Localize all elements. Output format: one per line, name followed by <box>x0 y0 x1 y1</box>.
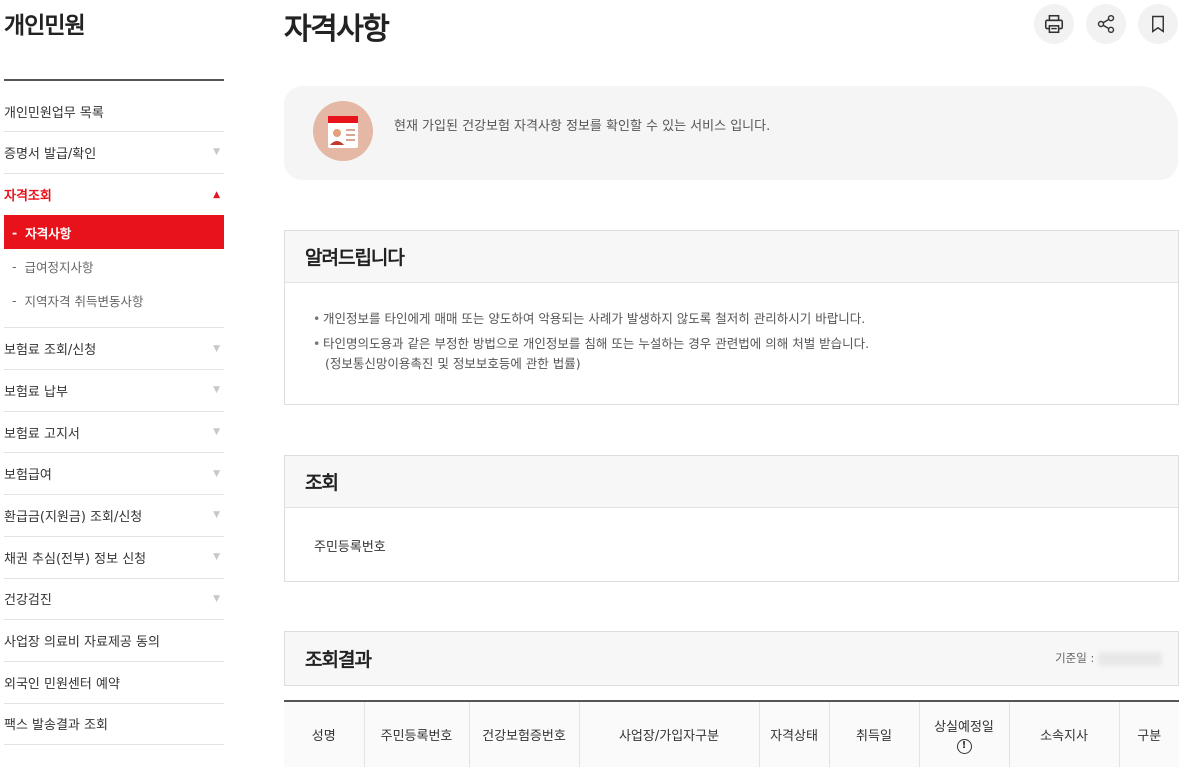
notice-title: 알려드립니다 <box>285 231 1178 283</box>
column-header-subscriber-type: 사업장/가입자구분 <box>579 702 760 767</box>
column-header-status: 자격상태 <box>759 702 830 767</box>
submenu-item-label: 급여정지사항 <box>24 259 94 275</box>
column-header-insurance-card-number: 건강보험증번호 <box>469 702 580 767</box>
sidebar: 개인민원 개인민원업무 목록 증명서 발급/확인 ▼ 자격조회 ▲ - 자격사항… <box>0 0 224 767</box>
intro-text: 현재 가입된 건강보험 자격사항 정보를 확인할 수 있는 서비스 입니다. <box>394 119 771 134</box>
query-title: 조회 <box>285 456 1178 508</box>
column-header-acquisition-date: 취득일 <box>829 702 920 767</box>
dash-icon: - <box>12 258 17 274</box>
print-icon <box>1044 14 1064 34</box>
submenu-item-qualification[interactable]: - 자격사항 <box>4 215 224 250</box>
chevron-down-icon: ▼ <box>213 593 220 604</box>
result-title: 조회결과 <box>285 632 1178 685</box>
table-header-row: 성명 주민등록번호 건강보험증번호 사업장/가입자구분 자격상태 취득일 상실예… <box>284 702 1179 767</box>
notice-item: 개인정보를 타인에게 매매 또는 양도하여 악용되는 사례가 발생하지 않도록 … <box>313 309 1178 329</box>
result-box: 조회결과 기준일 : <box>284 631 1179 686</box>
sidebar-title: 개인민원 <box>4 13 86 39</box>
submenu-item-label: 지역자격 취득변동사항 <box>24 293 144 309</box>
page-title: 자격사항 <box>284 12 390 47</box>
sidebar-item-debt-collection[interactable]: 채권 추심(전부) 정보 신청 ▼ <box>4 537 224 579</box>
dash-icon: - <box>12 224 18 240</box>
sidebar-item-health-checkup[interactable]: 건강검진 ▼ <box>4 579 224 621</box>
query-box: 조회 주민등록번호 <box>284 455 1179 582</box>
base-date: 기준일 : <box>1055 650 1162 666</box>
print-button[interactable] <box>1034 4 1074 44</box>
column-header-label: 상실예정일 <box>934 719 994 735</box>
sidebar-item-civil-list[interactable]: 개인민원업무 목록 <box>4 91 224 132</box>
sidebar-item-fax-result[interactable]: 팩스 발송결과 조회 <box>4 704 224 746</box>
notice-box: 알려드립니다 개인정보를 타인에게 매매 또는 양도하여 악용되는 사례가 발생… <box>284 230 1179 405</box>
sidebar-item-premium-inquiry[interactable]: 보험료 조회/신청 ▼ <box>4 328 224 371</box>
sidebar-item-label: 사업장 의료비 자료제공 동의 <box>4 635 160 651</box>
sidebar-item-label: 개인민원업무 목록 <box>4 105 104 121</box>
page-tools <box>1034 4 1178 44</box>
sidebar-item-medical-data-consent[interactable]: 사업장 의료비 자료제공 동의 <box>4 620 224 662</box>
sidebar-item-qualification-inquiry[interactable]: 자격조회 ▲ <box>4 174 224 216</box>
column-header-branch: 소속지사 <box>1009 702 1120 767</box>
share-button[interactable] <box>1086 4 1126 44</box>
column-header-expected-loss-date: 상실예정일 ! <box>919 702 1010 767</box>
chevron-down-icon: ▼ <box>213 385 220 396</box>
sidebar-divider <box>4 79 224 81</box>
share-icon <box>1097 14 1115 34</box>
notice-item: 타인명의도용과 같은 부정한 방법으로 개인정보를 침해 또는 누설하는 경우 … <box>313 334 1178 374</box>
sidebar-item-insurance-benefit[interactable]: 보험급여 ▼ <box>4 453 224 496</box>
sidebar-item-label: 보험료 납부 <box>4 384 68 400</box>
notice-text: 타인명의도용과 같은 부정한 방법으로 개인정보를 침해 또는 누설하는 경우 … <box>323 336 870 351</box>
submenu-item-benefit-suspension[interactable]: - 급여정지사항 <box>4 249 224 283</box>
resident-number-label: 주민등록번호 <box>314 540 386 555</box>
chevron-down-icon: ▼ <box>213 147 220 158</box>
chevron-down-icon: ▼ <box>213 343 220 354</box>
sidebar-item-label: 환급금(지원금) 조회/신청 <box>4 509 143 525</box>
sidebar-submenu: - 자격사항 - 급여정지사항 - 지역자격 취득변동사항 <box>4 215 224 329</box>
sidebar-item-label: 보험료 조회/신청 <box>4 343 97 359</box>
notice-list: 개인정보를 타인에게 매매 또는 양도하여 악용되는 사례가 발생하지 않도록 … <box>285 283 1178 374</box>
sidebar-item-label: 증명서 발급/확인 <box>4 146 97 162</box>
sidebar-item-label: 건강검진 <box>4 593 52 609</box>
dash-icon: - <box>12 292 17 308</box>
chevron-up-icon: ▲ <box>213 189 220 200</box>
base-date-value-redacted <box>1098 651 1162 666</box>
id-card-icon <box>313 101 373 161</box>
column-header-category: 구분 <box>1119 702 1179 767</box>
bookmark-button[interactable] <box>1138 4 1178 44</box>
chevron-down-icon: ▼ <box>213 552 220 563</box>
intro-banner: 현재 가입된 건강보험 자격사항 정보를 확인할 수 있는 서비스 입니다. <box>284 86 1178 180</box>
sidebar-item-label: 보험급여 <box>4 468 52 484</box>
sidebar-item-refund[interactable]: 환급금(지원금) 조회/신청 ▼ <box>4 495 224 537</box>
chevron-down-icon: ▼ <box>213 510 220 521</box>
chevron-down-icon: ▼ <box>213 468 220 479</box>
sidebar-item-foreigner-reservation[interactable]: 외국인 민원센터 예약 <box>4 662 224 704</box>
info-icon[interactable]: ! <box>956 738 972 754</box>
notice-subtext: (정보통신망이용촉진 및 정보보호등에 관한 법률) <box>325 356 581 371</box>
sidebar-item-label: 자격조회 <box>4 189 52 205</box>
column-header-name: 성명 <box>284 702 365 767</box>
submenu-item-regional-changes[interactable]: - 지역자격 취득변동사항 <box>4 283 224 317</box>
result-table: 성명 주민등록번호 건강보험증번호 사업장/가입자구분 자격상태 취득일 상실예… <box>284 700 1179 767</box>
column-header-resident-number: 주민등록번호 <box>364 702 470 767</box>
chevron-down-icon: ▼ <box>213 427 220 438</box>
submenu-item-label: 자격사항 <box>25 225 72 241</box>
sidebar-menu: 개인민원업무 목록 증명서 발급/확인 ▼ 자격조회 ▲ - 자격사항 - 급여… <box>4 91 224 746</box>
bookmark-icon <box>1152 15 1164 33</box>
sidebar-item-label: 채권 추심(전부) 정보 신청 <box>4 551 147 567</box>
sidebar-item-label: 팩스 발송결과 조회 <box>4 718 108 734</box>
sidebar-item-label: 보험료 고지서 <box>4 426 80 442</box>
base-date-label: 기준일 : <box>1055 651 1098 665</box>
sidebar-item-certificate[interactable]: 증명서 발급/확인 ▼ <box>4 132 224 174</box>
sidebar-item-premium-payment[interactable]: 보험료 납부 ▼ <box>4 370 224 412</box>
sidebar-item-premium-bill[interactable]: 보험료 고지서 ▼ <box>4 412 224 454</box>
sidebar-item-label: 외국인 민원센터 예약 <box>4 676 120 692</box>
notice-text: 개인정보를 타인에게 매매 또는 양도하여 악용되는 사례가 발생하지 않도록 … <box>323 311 866 326</box>
